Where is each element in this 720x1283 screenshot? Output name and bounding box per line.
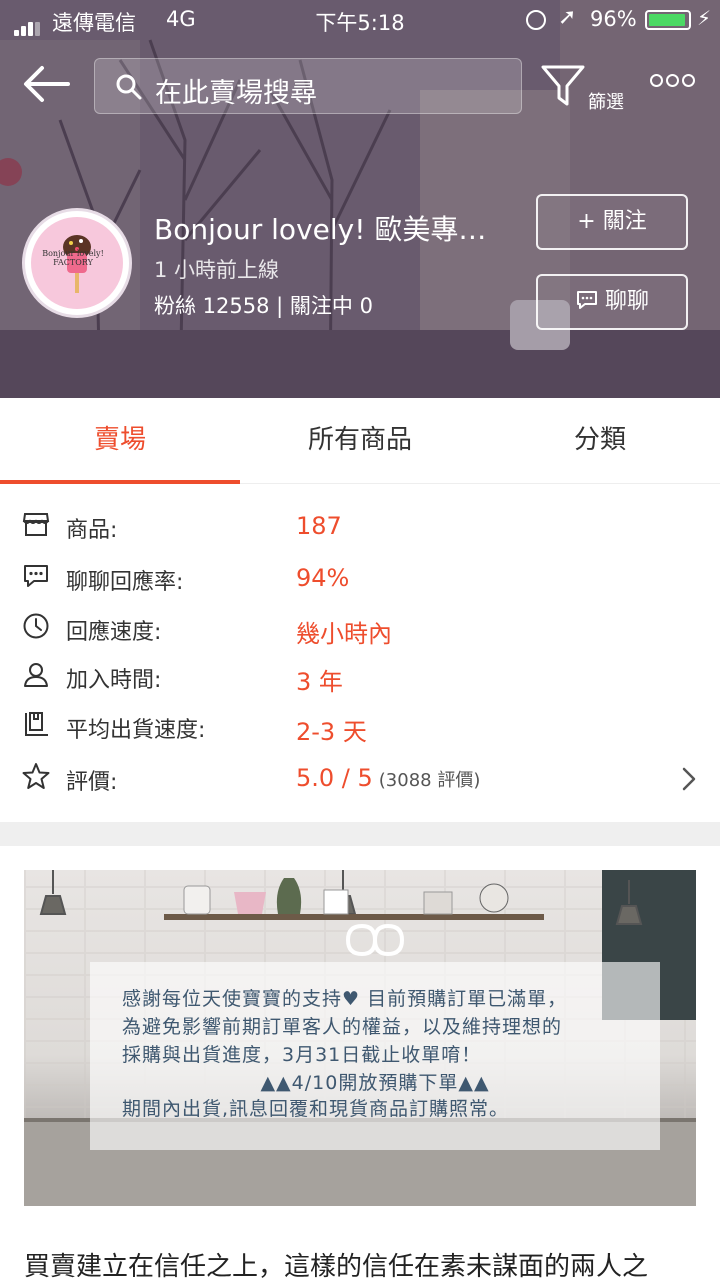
chevron-right-icon [682, 767, 696, 791]
stat-label: 商品: [66, 518, 118, 543]
shelf-items-decoration [183, 878, 509, 915]
last-online: 1 小時前上線 [154, 258, 280, 282]
tab-label: 賣場 [93, 425, 146, 455]
funnel-icon [541, 65, 585, 106]
back-arrow-icon [24, 66, 70, 102]
rating-score: 5.0 / 5 [296, 764, 373, 792]
tab-all-products[interactable]: 所有商品 [240, 398, 480, 484]
announcement-line: ▲▲4/10開放預購下單▲▲ [260, 1072, 490, 1094]
pendant-lamp-icon [39, 870, 67, 915]
stat-response-speed: 回應速度: 幾小時內 [0, 602, 720, 652]
store-icon [22, 513, 50, 536]
back-button[interactable] [22, 62, 72, 106]
shop-tabs: 賣場 所有商品 分類 [0, 398, 720, 484]
search-placeholder: 在此賣場搜尋 [155, 78, 317, 109]
stat-products: 商品: 187 [0, 500, 720, 550]
filter-button[interactable]: 篩選 [540, 62, 632, 116]
follow-button[interactable]: + 關注 [536, 194, 688, 250]
stat-label: 加入時間: [66, 668, 162, 693]
location-arrow-icon: ➚ [558, 5, 577, 30]
stat-rating[interactable]: 評價: 5.0 / 5 (3088 評價) [0, 752, 720, 802]
section-divider [0, 822, 720, 846]
shop-avatar[interactable]: Bonjour lovely! FACTORY [22, 208, 132, 318]
battery-icon [645, 10, 691, 30]
announcement-line: 期間內出貨,訊息回覆和現貨商品訂購照常。 [122, 1098, 510, 1120]
stat-joined: 加入時間: 3 年 [0, 650, 720, 700]
stat-label: 回應速度: [66, 620, 162, 645]
knot-ornament-icon [345, 923, 405, 957]
shop-stats: 商品: 187 聊聊回應率: 94% 回應速度: 幾小時內 加入時間: 3 年 … [0, 492, 720, 822]
stat-value: 2-3 天 [296, 718, 367, 746]
shop-description: 買賣建立在信任之上，這樣的信任在素未謀面的兩人之 [24, 1252, 649, 1282]
pendant-lamp-icon [615, 880, 643, 925]
filter-label: 篩選 [588, 92, 624, 113]
active-tab-indicator [0, 480, 240, 484]
tab-shop[interactable]: 賣場 [0, 398, 240, 484]
avatar-logo-text: Bonjour lovely! FACTORY [42, 249, 104, 267]
announcement-line: 感謝每位天使寶寶的支持♥ 目前預購訂單已滿單， [122, 988, 568, 1010]
tab-label: 分類 [573, 425, 626, 455]
stat-value: 幾小時內 [296, 620, 392, 648]
stat-value: 94% [296, 564, 350, 592]
stat-value: 5.0 / 5 (3088 評價) [296, 764, 480, 792]
shop-name: Bonjour lovely! 歐美專… [154, 213, 487, 246]
chat-icon [576, 291, 597, 309]
stat-label: 聊聊回應率: [66, 570, 184, 595]
announcement-line: 為避免影響前期訂單客人的權益，以及維持理想的 [122, 1016, 563, 1038]
search-icon [116, 74, 142, 100]
shop-search-input[interactable]: 在此賣場搜尋 [94, 58, 522, 114]
battery-percent: 96% [590, 7, 637, 31]
dot-icon [650, 74, 663, 87]
dot-icon [682, 74, 695, 87]
chat-button[interactable]: 聊聊 [536, 274, 688, 330]
shipping-icon [25, 712, 48, 736]
chat-label: 聊聊 [604, 289, 649, 314]
status-bar: 遠傳電信 4G 下午5:18 ➚ 96% ⚡ [0, 0, 720, 40]
clock-icon [23, 613, 49, 639]
stat-label: 評價: [66, 770, 118, 795]
stat-shipping-speed: 平均出貨速度: 2-3 天 [0, 700, 720, 750]
star-icon [22, 763, 50, 789]
followers-count: 粉絲 12558 | 關注中 0 [154, 294, 373, 318]
stat-value: 187 [296, 512, 342, 540]
rating-count: (3088 評價) [378, 770, 481, 791]
announcement-line: 採購與出貨進度，3月31日截止收單唷！ [122, 1044, 482, 1066]
shop-header: 遠傳電信 4G 下午5:18 ➚ 96% ⚡ 在此賣場搜尋 篩選 Bonjour… [0, 0, 720, 398]
chat-bubble-icon [24, 565, 48, 587]
stat-label: 平均出貨速度: [66, 718, 206, 743]
shop-announcement-banner[interactable]: 感謝每位天使寶寶的支持♥ 目前預購訂單已滿單， 為避免影響前期訂單客人的權益，以… [24, 870, 696, 1206]
charging-icon: ⚡ [697, 6, 712, 30]
stat-chat-response-rate: 聊聊回應率: 94% [0, 552, 720, 602]
more-options-button[interactable] [650, 72, 700, 96]
dot-icon [666, 74, 679, 87]
stat-value: 3 年 [296, 668, 343, 696]
announcement-box: 感謝每位天使寶寶的支持♥ 目前預購訂單已滿單， 為避免影響前期訂單客人的權益，以… [90, 923, 660, 1150]
rotation-lock-icon [526, 10, 546, 30]
follow-label: + 關注 [577, 209, 647, 234]
tab-categories[interactable]: 分類 [480, 398, 720, 484]
tab-label: 所有商品 [307, 425, 412, 455]
user-icon [24, 663, 48, 687]
